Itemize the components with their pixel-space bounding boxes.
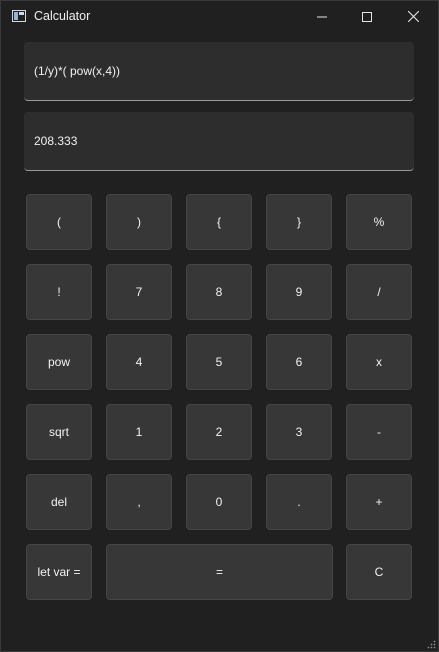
- digit-6-button[interactable]: 6: [266, 334, 332, 390]
- plus-button[interactable]: +: [346, 474, 412, 530]
- open-brace-button[interactable]: {: [186, 194, 252, 250]
- resize-grip-icon[interactable]: [426, 639, 436, 649]
- minimize-button[interactable]: [299, 1, 345, 32]
- comma-button[interactable]: ,: [106, 474, 172, 530]
- maximize-button[interactable]: [344, 1, 390, 32]
- window-title: Calculator: [34, 9, 91, 23]
- multiply-button[interactable]: x: [346, 334, 412, 390]
- percent-button[interactable]: %: [346, 194, 412, 250]
- digit-3-button[interactable]: 3: [266, 404, 332, 460]
- title-bar[interactable]: Calculator: [1, 1, 438, 32]
- close-icon: [407, 11, 419, 22]
- delete-button[interactable]: del: [26, 474, 92, 530]
- result-text: 208.333: [34, 134, 78, 148]
- minimize-icon: [317, 16, 327, 17]
- digit-0-button[interactable]: 0: [186, 474, 252, 530]
- expression-text: (1/y)*( pow(x,4)): [34, 64, 121, 78]
- sqrt-button[interactable]: sqrt: [26, 404, 92, 460]
- clear-button[interactable]: C: [346, 544, 412, 600]
- digit-2-button[interactable]: 2: [186, 404, 252, 460]
- digit-9-button[interactable]: 9: [266, 264, 332, 320]
- factorial-button[interactable]: !: [26, 264, 92, 320]
- close-paren-button[interactable]: ): [106, 194, 172, 250]
- minus-button[interactable]: -: [346, 404, 412, 460]
- let-var-button[interactable]: let var =: [26, 544, 92, 600]
- decimal-point-button[interactable]: .: [266, 474, 332, 530]
- digit-4-button[interactable]: 4: [106, 334, 172, 390]
- maximize-icon: [362, 11, 372, 22]
- digit-1-button[interactable]: 1: [106, 404, 172, 460]
- digit-7-button[interactable]: 7: [106, 264, 172, 320]
- equals-button[interactable]: =: [106, 544, 333, 600]
- pow-button[interactable]: pow: [26, 334, 92, 390]
- close-brace-button[interactable]: }: [266, 194, 332, 250]
- open-paren-button[interactable]: (: [26, 194, 92, 250]
- calculator-window: Calculator (1/y)*( pow(x,4)) 208.333 ( )…: [0, 0, 439, 652]
- expression-input[interactable]: (1/y)*( pow(x,4)): [24, 42, 414, 101]
- divide-button[interactable]: /: [346, 264, 412, 320]
- digit-5-button[interactable]: 5: [186, 334, 252, 390]
- result-display[interactable]: 208.333: [24, 112, 414, 171]
- app-icon: [12, 10, 26, 22]
- digit-8-button[interactable]: 8: [186, 264, 252, 320]
- close-button[interactable]: [390, 1, 436, 32]
